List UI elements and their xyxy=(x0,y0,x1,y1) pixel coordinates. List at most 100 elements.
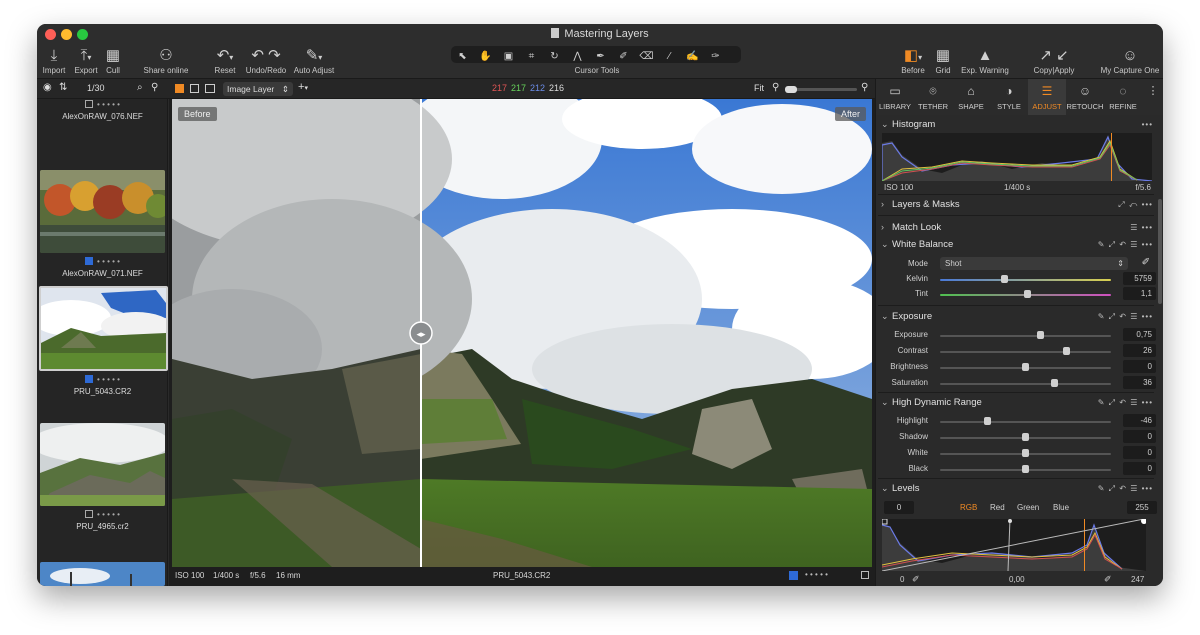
thumbnail-item[interactable]: • • • • • PRU_4965.cr2 xyxy=(39,423,166,531)
star-rating[interactable]: • • • • • xyxy=(97,100,120,109)
zoom-slider-knob[interactable] xyxy=(785,86,797,93)
picker-cursor-icon[interactable]: ⁄ xyxy=(658,48,681,65)
zoom-filmstrip-icon[interactable]: ⌕ xyxy=(137,82,143,93)
hdr-header[interactable]: ⌄ High Dynamic Range ✎ ⤢ ↶ ☰ ••• xyxy=(876,395,1156,410)
slider-knob[interactable] xyxy=(984,417,992,425)
tab-refine[interactable]: ◌ REFINE xyxy=(1104,79,1142,115)
star-rating[interactable]: • • • • • xyxy=(805,570,828,579)
thumbnail-image[interactable] xyxy=(40,423,165,506)
more-tabs-button[interactable]: ⋮ xyxy=(1144,79,1162,115)
auto-adjust-button[interactable]: ✎▾ Auto Adjust xyxy=(292,44,336,78)
add-layer-icon[interactable]: +▾ xyxy=(298,81,308,93)
thumbnail-item-partial[interactable] xyxy=(39,562,166,586)
share-online-button[interactable]: ⚇ Share online xyxy=(141,44,191,78)
levels-channel-green[interactable]: Green xyxy=(1017,503,1039,512)
section-tools-icon[interactable]: ✎ ⤢ ↶ ☰ ••• xyxy=(1098,481,1153,496)
image-viewer[interactable]: ◂▸ Before After ISO 100 1/400 s f/5.6 16… xyxy=(169,99,875,586)
single-view-icon[interactable] xyxy=(190,84,199,93)
slider-track[interactable] xyxy=(940,383,1111,385)
sort-icon[interactable]: ⇅ xyxy=(59,82,67,93)
viewer-mode-icon[interactable] xyxy=(205,84,215,93)
color-tag-blue[interactable] xyxy=(789,571,798,580)
levels-low-input[interactable]: 0 xyxy=(884,501,914,514)
slider-value[interactable]: 0 xyxy=(1123,446,1156,459)
reset-button[interactable]: ↶▾ Reset xyxy=(212,44,238,78)
color-tag[interactable] xyxy=(85,257,94,265)
more-icon[interactable]: ••• xyxy=(1142,117,1153,132)
tab-retouch[interactable]: ☺ RETOUCH xyxy=(1066,79,1104,115)
layer-select[interactable]: Image Layer ⇕ xyxy=(223,82,293,96)
levels-header[interactable]: ⌄ Levels ✎ ⤢ ↶ ☰ ••• xyxy=(876,481,1156,496)
undo-redo-button[interactable]: ↶ ↷ Undo/Redo xyxy=(245,44,287,78)
slider-track[interactable] xyxy=(940,351,1111,353)
pan-cursor-icon[interactable]: ✋ xyxy=(474,48,497,65)
eyedropper-icon[interactable]: ✐ xyxy=(1142,257,1150,268)
loupe-cursor-icon[interactable]: ▣ xyxy=(497,48,520,65)
grid-view-icon[interactable] xyxy=(175,84,184,93)
crop-cursor-icon[interactable]: ⌗ xyxy=(520,48,543,65)
star-rating[interactable]: • • • • • xyxy=(97,375,120,384)
levels-channel-rgb[interactable]: RGB xyxy=(960,503,977,512)
eraser-cursor-icon[interactable]: ⌫ xyxy=(635,48,658,65)
slider-value[interactable]: 0 xyxy=(1123,360,1156,373)
filmstrip[interactable]: • • • • • AlexOnRAW_076.NEF • • • • • Al… xyxy=(37,99,168,586)
slider-knob[interactable] xyxy=(1063,347,1071,355)
slider-value[interactable]: 26 xyxy=(1123,344,1156,357)
pen-cursor-icon[interactable]: ✑ xyxy=(704,48,727,65)
tab-library[interactable]: ▭ LIBRARY xyxy=(876,79,914,115)
slider-value[interactable]: 0 xyxy=(1123,462,1156,475)
slider-value[interactable]: 36 xyxy=(1123,376,1156,389)
thumbnail-item-selected[interactable]: • • • • • PRU_5043.CR2 xyxy=(39,286,168,396)
zoom-fit-label[interactable]: Fit xyxy=(754,83,764,93)
eye-icon[interactable]: ◉ xyxy=(43,82,52,93)
white-balance-header[interactable]: ⌄ White Balance ✎ ⤢ ↶ ☰ ••• xyxy=(876,237,1156,252)
slider-knob[interactable] xyxy=(1001,275,1009,283)
thumbnail-image[interactable] xyxy=(40,170,165,253)
section-tools-icon[interactable]: ✎ ⤢ ↶ ☰ ••• xyxy=(1098,237,1153,252)
star-rating[interactable]: • • • • • xyxy=(97,257,120,266)
tab-tether[interactable]: ⌾ TETHER xyxy=(914,79,952,115)
zoom-out-icon[interactable]: ⚲ xyxy=(772,82,779,93)
import-button[interactable]: ⤓ Import xyxy=(41,44,67,78)
cull-button[interactable]: ▦ Cull xyxy=(103,44,123,78)
color-tag[interactable] xyxy=(85,375,94,383)
match-look-header[interactable]: › Match Look ☰ ••• xyxy=(876,220,1156,235)
slider-track[interactable] xyxy=(940,335,1111,337)
slider-track[interactable] xyxy=(940,421,1111,423)
levels-high-input[interactable]: 255 xyxy=(1127,501,1157,514)
annotate-cursor-icon[interactable]: ✍ xyxy=(681,48,704,65)
levels-channel-red[interactable]: Red xyxy=(990,503,1005,512)
tab-adjust[interactable]: ☰ ADJUST xyxy=(1028,79,1066,115)
slider-value[interactable]: 0 xyxy=(1123,430,1156,443)
section-tools-icon[interactable]: ☰ ••• xyxy=(1130,220,1153,235)
tab-style[interactable]: ◑ STYLE xyxy=(990,79,1028,115)
histogram-header[interactable]: ⌄ Histogram ••• xyxy=(876,117,1156,132)
slider-knob[interactable] xyxy=(1022,465,1029,473)
exposure-warning-button[interactable]: ▲ Exp. Warning xyxy=(961,44,1009,78)
exposure-header[interactable]: ⌄ Exposure ✎ ⤢ ↶ ☰ ••• xyxy=(876,309,1156,324)
tab-shape[interactable]: ⌂ SHAPE xyxy=(952,79,990,115)
levels-graph[interactable] xyxy=(881,518,1147,572)
export-button[interactable]: ⤒▾ Export xyxy=(71,44,101,78)
slider-value[interactable]: 5759 xyxy=(1123,272,1156,285)
section-tools-icon[interactable]: ✎ ⤢ ↶ ☰ ••• xyxy=(1098,395,1153,410)
before-button[interactable]: ◧▾ Before xyxy=(899,44,927,78)
section-tools-icon[interactable]: ⤢ ↶ ••• xyxy=(1118,197,1153,212)
kelvin-slider-track[interactable] xyxy=(940,279,1111,281)
layers-masks-header[interactable]: › Layers & Masks ⤢ ↶ ••• xyxy=(876,197,1156,212)
slider-knob[interactable] xyxy=(1051,379,1059,387)
my-capture-one-button[interactable]: ☺ My Capture One xyxy=(1099,44,1161,78)
slider-knob[interactable] xyxy=(1022,363,1029,371)
slider-value[interactable]: 1,1 xyxy=(1123,287,1156,300)
copy-apply-button[interactable]: ↗ ↙ Copy|Apply xyxy=(1031,44,1077,78)
wb-mode-select[interactable]: Shot ⇕ xyxy=(940,257,1128,270)
slider-knob[interactable] xyxy=(1037,331,1045,339)
thumbnail-item[interactable]: • • • • • AlexOnRAW_071.NEF xyxy=(39,170,166,278)
eyedropper-icon[interactable]: ✐ xyxy=(912,574,920,585)
panel-scrollbar[interactable] xyxy=(1158,199,1162,304)
select-cursor-icon[interactable]: ⬉ xyxy=(451,48,474,65)
checkbox-icon[interactable] xyxy=(861,571,869,579)
slider-knob[interactable] xyxy=(1022,433,1029,441)
eyedropper-icon[interactable]: ✐ xyxy=(1104,574,1112,585)
slider-knob[interactable] xyxy=(1023,290,1031,298)
